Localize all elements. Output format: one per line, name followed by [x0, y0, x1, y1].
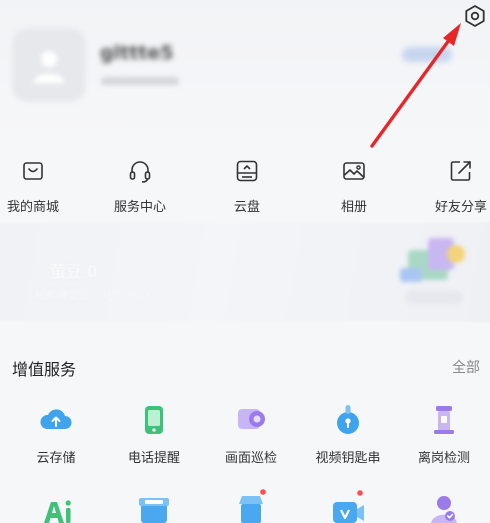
username[interactable]: glttte5 — [100, 42, 173, 64]
quick-action-label: 相册 — [340, 200, 367, 215]
service-absence-detection[interactable]: 离岗检测 — [396, 402, 490, 468]
mall-icon — [18, 156, 48, 186]
ai-icon — [44, 500, 71, 523]
user-subtitle — [101, 77, 179, 85]
value-services-grid: 云存储 电话提醒 画面巡检 视频钥匙串 离岗检测 — [0, 402, 490, 468]
shop-icon — [239, 489, 266, 523]
service-ai[interactable] — [8, 488, 104, 523]
absence-detection-icon — [426, 402, 462, 438]
service-video-keychain[interactable]: 视频钥匙串 — [300, 402, 396, 468]
service-video-call[interactable] — [300, 488, 396, 523]
service-ezviz-store[interactable] — [106, 488, 202, 523]
share-icon — [446, 156, 476, 186]
promo-illustration-icon — [398, 230, 470, 292]
quick-action-album[interactable]: 相册 — [309, 156, 399, 216]
value-services-grid-row-2 — [0, 488, 490, 523]
ezviz-store-icon — [139, 498, 169, 523]
service-user-verify[interactable] — [396, 488, 490, 523]
image-inspection-icon — [233, 402, 269, 438]
service-label: 云存储 — [36, 451, 76, 466]
membership-badge[interactable] — [402, 47, 452, 62]
quick-action-share-with-friends[interactable]: 好友分享 — [416, 156, 490, 216]
phone-alert-icon — [136, 402, 172, 438]
service-phone-alert[interactable]: 电话提醒 — [106, 402, 202, 468]
album-icon — [339, 156, 369, 186]
service-label: 电话提醒 — [127, 451, 180, 466]
quick-action-cloud-drive[interactable]: 云盘 — [202, 156, 292, 216]
avatar[interactable] — [12, 28, 86, 102]
video-keychain-icon — [330, 402, 366, 438]
service-label: 视频钥匙串 — [315, 451, 381, 466]
cloud-drive-icon — [232, 156, 262, 186]
service-image-inspection[interactable]: 画面巡检 — [203, 402, 299, 468]
value-services-all-link[interactable]: 全部 — [452, 357, 480, 377]
quick-action-label: 好友分享 — [434, 200, 487, 215]
service-label: 离岗检测 — [417, 451, 470, 466]
avatar-placeholder-icon — [33, 51, 65, 83]
quick-action-my-mall[interactable]: 我的商城 — [0, 156, 78, 216]
profile-page: glttte5 我的商城 服务中心 云盘 相册 好友分享 萤豆 0 轻松赚萤豆，… — [0, 0, 490, 523]
profile-header: glttte5 — [0, 0, 490, 145]
quick-action-label: 云盘 — [233, 200, 260, 215]
beans-balance: 萤豆 0 — [50, 262, 98, 281]
video-call-icon — [333, 490, 364, 523]
value-services-title: 增值服务 — [12, 360, 77, 379]
quick-actions: 我的商城 服务中心 云盘 相册 好友分享 — [0, 156, 490, 216]
settings-button[interactable] — [460, 1, 490, 31]
beans-promo-banner[interactable]: 萤豆 0 轻松赚萤豆，兑换抽豪礼 — [0, 222, 490, 322]
quick-action-service-center[interactable]: 服务中心 — [95, 156, 185, 216]
promo-action-chip[interactable] — [405, 290, 463, 304]
service-label: 画面巡检 — [224, 451, 277, 466]
service-shop[interactable] — [203, 488, 299, 523]
headset-icon — [125, 156, 155, 186]
beans-subtitle: 轻松赚萤豆，兑换抽豪礼 — [35, 288, 156, 301]
quick-action-label: 我的商城 — [6, 200, 59, 215]
cloud-storage-icon — [38, 402, 74, 438]
user-verify-icon — [431, 496, 457, 523]
service-cloud-storage[interactable]: 云存储 — [8, 402, 104, 468]
quick-action-label: 服务中心 — [113, 200, 166, 215]
settings-hexagon-icon — [465, 5, 485, 27]
